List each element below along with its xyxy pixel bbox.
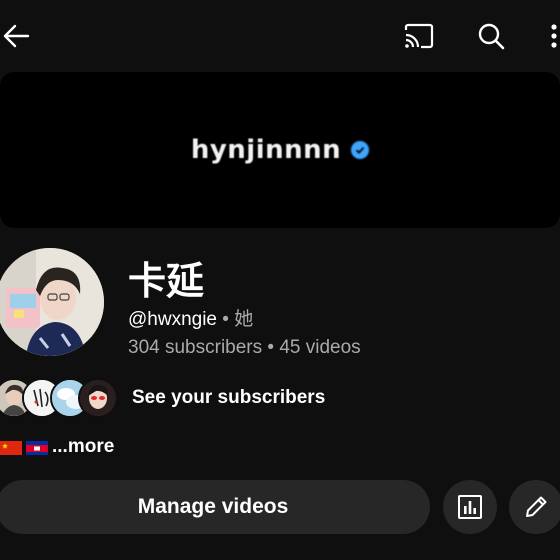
analytics-button[interactable] bbox=[443, 480, 497, 534]
manage-videos-button[interactable]: Manage videos bbox=[0, 480, 430, 534]
handle-line: @hwxngie • 她 bbox=[128, 304, 253, 331]
verified-icon bbox=[351, 141, 370, 159]
more-options-button[interactable] bbox=[534, 16, 560, 56]
subscriber-avatar bbox=[78, 378, 118, 418]
channel-stats: 304 subscribers • 45 videos bbox=[128, 337, 361, 359]
more-link[interactable]: ...more bbox=[52, 436, 114, 458]
edit-pencil-icon bbox=[526, 496, 547, 517]
top-app-bar bbox=[0, 0, 560, 72]
search-icon bbox=[478, 23, 505, 50]
channel-banner[interactable]: hynjinnnn bbox=[0, 72, 560, 228]
search-button[interactable] bbox=[471, 16, 511, 56]
video-count: 45 videos bbox=[279, 337, 361, 358]
analytics-icon bbox=[458, 495, 482, 519]
edit-channel-button[interactable] bbox=[509, 480, 560, 534]
separator-dot: • bbox=[267, 337, 280, 358]
see-subscribers-row[interactable]: See your subscribers bbox=[0, 378, 325, 418]
channel-name: 卡延 bbox=[128, 259, 205, 303]
banner-text: hynjinnnn bbox=[190, 135, 370, 165]
channel-handle: @hwxngie bbox=[128, 309, 217, 330]
back-button[interactable] bbox=[0, 16, 36, 56]
cambodia-flag-icon bbox=[26, 440, 48, 455]
pronoun: 她 bbox=[234, 309, 254, 330]
avatar-image bbox=[0, 248, 104, 356]
channel-avatar[interactable] bbox=[0, 248, 104, 356]
cast-icon bbox=[404, 23, 434, 49]
description-preview[interactable]: ...more bbox=[0, 436, 114, 458]
china-flag-icon bbox=[0, 440, 22, 455]
cast-button[interactable] bbox=[399, 16, 439, 56]
banner-title: hynjinnnn bbox=[190, 135, 342, 165]
subscriber-count: 304 subscribers bbox=[128, 337, 263, 358]
separator-dot: • bbox=[222, 309, 235, 330]
see-subscribers-link[interactable]: See your subscribers bbox=[132, 387, 325, 409]
more-vert-icon bbox=[551, 24, 557, 48]
back-arrow-icon bbox=[3, 24, 30, 48]
